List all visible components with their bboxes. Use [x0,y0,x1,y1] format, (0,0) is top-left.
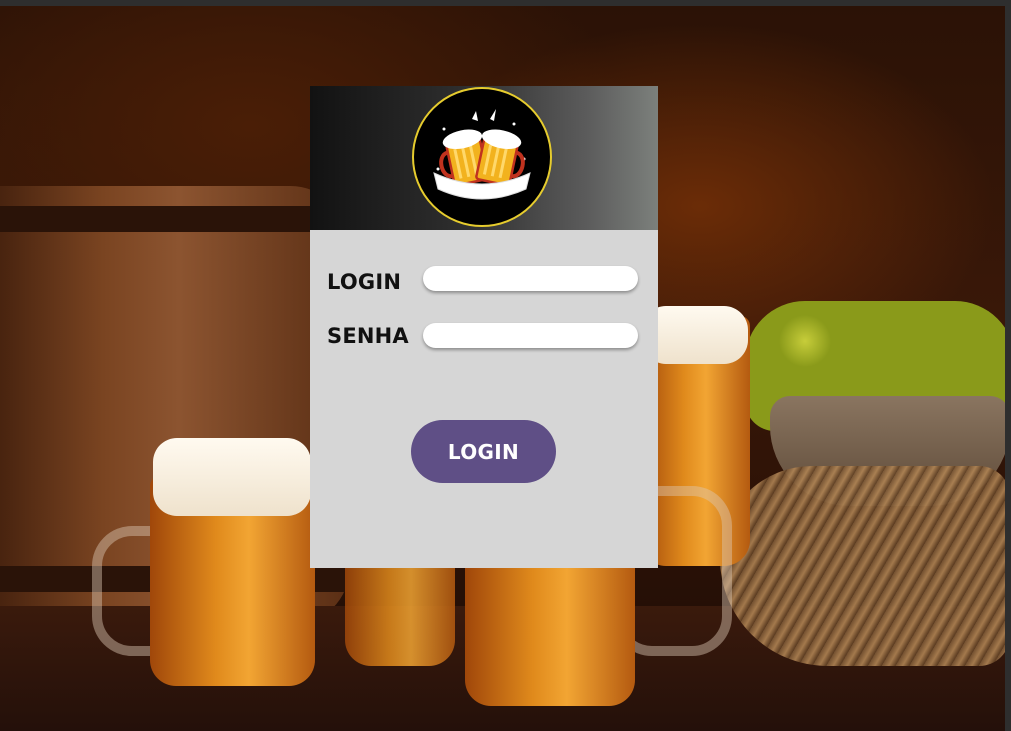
wheat-decoration [720,466,1005,666]
beer-foam-decoration [153,438,311,516]
login-button[interactable]: LOGIN [411,420,556,483]
login-label: LOGIN [327,270,402,294]
login-card: LOGIN SENHA LOGIN [310,86,658,568]
beer-glass-decoration [345,551,455,666]
window-right-edge [1005,0,1011,731]
barrel-band [0,206,350,232]
card-header [310,86,658,230]
login-input[interactable] [423,266,638,291]
senha-input[interactable] [423,323,638,348]
beer-mugs-icon [433,109,531,200]
beer-mugs-logo-icon [412,87,552,227]
senha-label: SENHA [327,324,409,348]
